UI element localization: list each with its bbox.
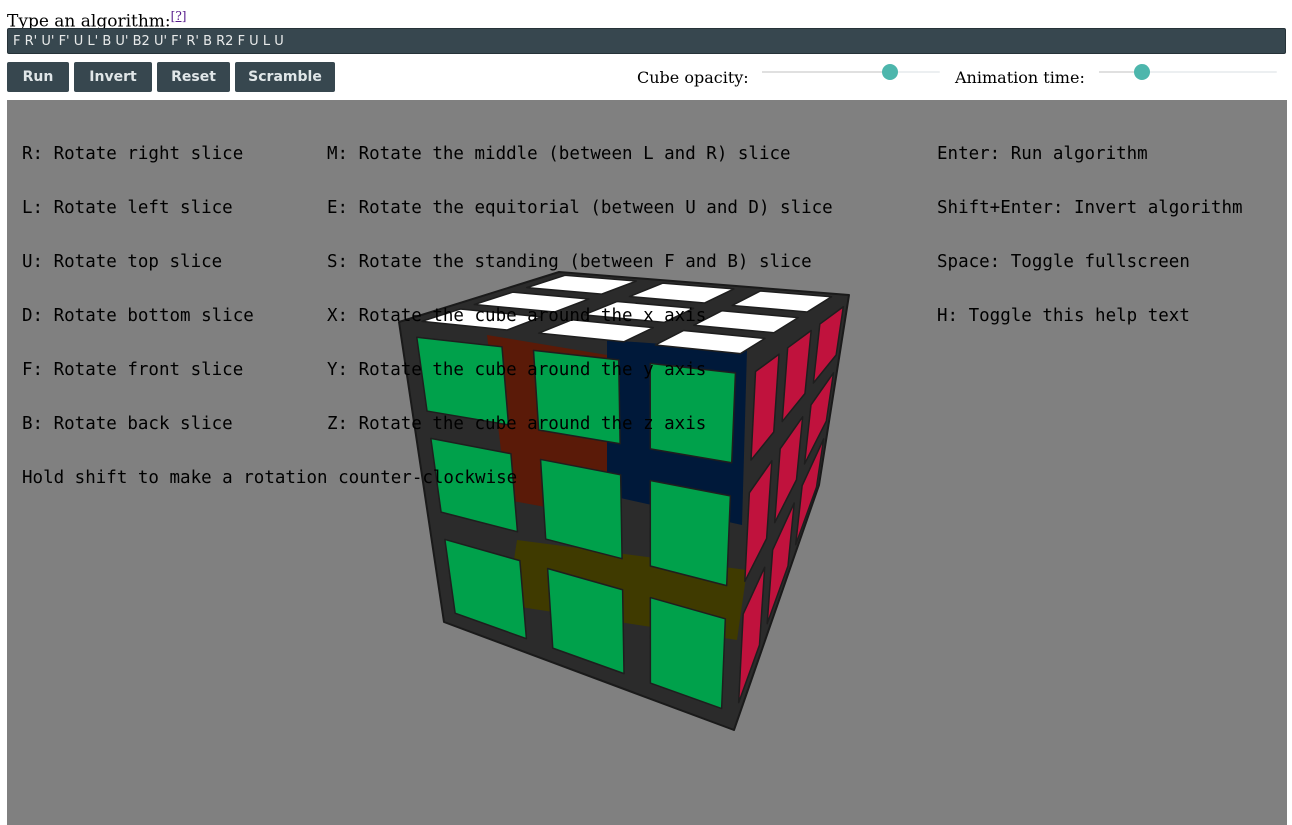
help-column-shortcuts: Enter: Run algorithm Shift+Enter: Invert… (937, 109, 1243, 361)
help-line: X: Rotate the cube around the x axis (327, 306, 707, 326)
run-button[interactable]: Run (7, 62, 69, 92)
scramble-button[interactable]: Scramble (235, 62, 335, 92)
cube-opacity-thumb[interactable] (882, 64, 899, 80)
cube-opacity-track-fill (762, 71, 891, 73)
cube-opacity-label: Cube opacity: (637, 68, 749, 87)
help-line: M: Rotate the middle (between L and R) s… (327, 144, 791, 164)
cube-opacity-slider[interactable] (762, 64, 940, 80)
help-line: Enter: Run algorithm (937, 144, 1148, 164)
help-line: S: Rotate the standing (between F and B)… (327, 252, 812, 272)
help-line: E: Rotate the equitorial (between U and … (327, 198, 833, 218)
help-column-slice-moves: M: Rotate the middle (between L and R) s… (327, 109, 833, 469)
help-line: Shift+Enter: Invert algorithm (937, 198, 1243, 218)
help-line: Hold shift to make a rotation counter-cl… (22, 468, 518, 488)
help-line: H: Toggle this help text (937, 306, 1190, 326)
animation-time-label: Animation time: (955, 68, 1085, 87)
animation-time-thumb[interactable] (1133, 64, 1150, 80)
algorithm-input[interactable] (7, 28, 1286, 54)
cube-viewport[interactable]: R: Rotate right slice L: Rotate left sli… (7, 100, 1287, 825)
help-line: Space: Toggle fullscreen (937, 252, 1190, 272)
help-line: Y: Rotate the cube around the y axis (327, 360, 707, 380)
help-link[interactable]: [?] (171, 9, 187, 23)
invert-button[interactable]: Invert (74, 62, 152, 92)
animation-time-slider[interactable] (1099, 64, 1277, 80)
reset-button[interactable]: Reset (157, 62, 230, 92)
help-line: Z: Rotate the cube around the z axis (327, 414, 707, 434)
